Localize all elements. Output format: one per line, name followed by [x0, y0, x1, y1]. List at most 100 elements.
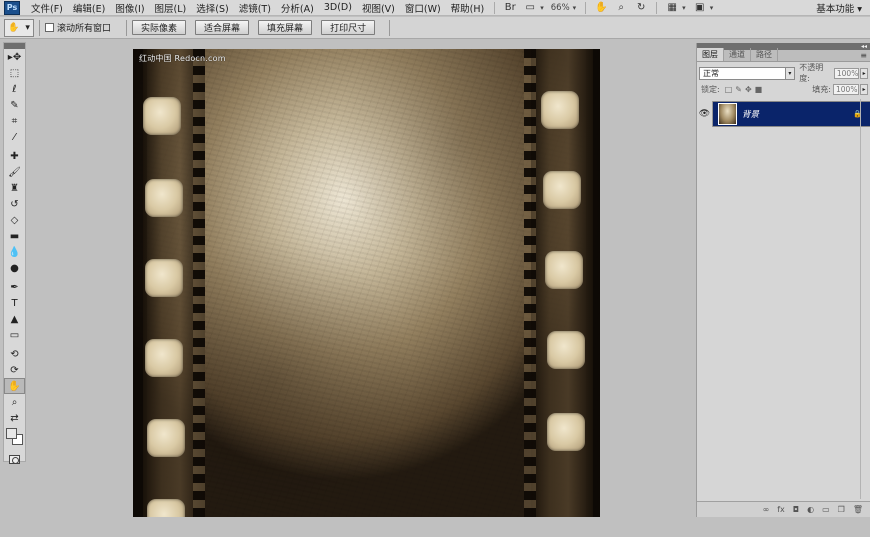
lock-pixels-icon[interactable]: ✎: [735, 85, 742, 94]
film-hole: [541, 91, 579, 129]
film-hole: [547, 413, 585, 451]
fill-slider-arrow-icon[interactable]: ▸: [860, 83, 868, 95]
sprocket-column-left: [193, 49, 205, 517]
healing-brush-tool-icon[interactable]: ✚: [4, 148, 25, 164]
chevron-down-icon[interactable]: ▾: [710, 4, 714, 12]
layer-row[interactable]: 👁 背景 🔒: [697, 101, 870, 127]
film-hole: [143, 97, 181, 135]
lock-position-icon[interactable]: ✥: [745, 85, 752, 94]
lasso-tool-icon[interactable]: ℓ: [4, 81, 25, 97]
menu-help[interactable]: 帮助(H): [446, 1, 490, 15]
blend-mode-select[interactable]: 正常 ▾: [699, 66, 795, 80]
default-colors-icon[interactable]: ⇄: [4, 410, 25, 426]
fill-screen-button[interactable]: 填充屏幕: [258, 20, 313, 35]
path-selection-tool-icon[interactable]: ▲: [4, 311, 25, 327]
layer-name[interactable]: 背景: [742, 108, 853, 120]
layer-style-icon[interactable]: fx: [777, 505, 785, 514]
clone-stamp-tool-icon[interactable]: ♜: [4, 180, 25, 196]
foreground-color-swatch[interactable]: [6, 428, 17, 439]
menu-analysis[interactable]: 分析(A): [276, 1, 319, 15]
3d-rotate-tool-icon[interactable]: ⟲: [4, 346, 25, 362]
bridge-icon[interactable]: Br: [502, 2, 518, 14]
opacity-input[interactable]: 100%: [833, 67, 860, 79]
menu-view[interactable]: 视图(V): [357, 1, 400, 15]
document-canvas[interactable]: 红动中国 Redocn.com: [133, 49, 600, 517]
chevron-down-icon[interactable]: ▾: [540, 4, 544, 12]
menu-edit[interactable]: 编辑(E): [68, 1, 110, 15]
extras-icon[interactable]: ▭: [522, 2, 538, 14]
crop-tool-icon[interactable]: ⌗: [4, 113, 25, 129]
shape-tool-icon[interactable]: ▭: [4, 327, 25, 343]
hand-icon[interactable]: ✋: [593, 2, 609, 14]
lock-all-icon[interactable]: ■: [755, 85, 763, 94]
3d-orbit-tool-icon[interactable]: ⟳: [4, 362, 25, 378]
move-tool-icon[interactable]: ▸✥: [4, 49, 25, 65]
film-hole: [543, 171, 581, 209]
menu-3d[interactable]: 3D(D): [319, 2, 357, 13]
blend-mode-value: 正常: [703, 68, 719, 78]
scroll-all-windows-checkbox[interactable]: [45, 23, 54, 32]
menu-file[interactable]: 文件(F): [26, 1, 68, 15]
marquee-tool-icon[interactable]: ⬚: [4, 65, 25, 81]
chevron-down-icon: ▾: [25, 22, 30, 33]
lock-label: 锁定:: [701, 84, 720, 94]
fill-input[interactable]: 100%: [833, 83, 859, 95]
new-layer-icon[interactable]: ❐: [838, 505, 845, 514]
eraser-tool-icon[interactable]: ◇: [4, 212, 25, 228]
opacity-label: 不透明度:: [799, 63, 824, 83]
menu-filter[interactable]: 滤镜(T): [234, 1, 276, 15]
menu-select[interactable]: 选择(S): [191, 1, 233, 15]
quick-mask-button[interactable]: [4, 452, 25, 466]
pen-tool-icon[interactable]: ✒: [4, 279, 25, 295]
print-size-button[interactable]: 打印尺寸: [321, 20, 376, 35]
dodge-tool-icon[interactable]: ●: [4, 260, 25, 276]
chevron-down-icon[interactable]: ▾: [784, 66, 795, 80]
panel-menu-icon[interactable]: ≡: [860, 51, 867, 60]
menu-layer[interactable]: 图层(L): [150, 1, 192, 15]
menu-image[interactable]: 图像(I): [110, 1, 149, 15]
eyedropper-tool-icon[interactable]: ⁄: [4, 129, 25, 145]
workspace-switcher[interactable]: 基本功能 ▾: [816, 1, 862, 15]
layers-scrollbar[interactable]: [860, 99, 869, 499]
rotate-view-icon[interactable]: ↻: [633, 2, 649, 14]
tool-preset-picker[interactable]: ✋ ▾: [4, 18, 34, 37]
options-bar: ✋ ▾ 滚动所有窗口 实际像素 适合屏幕 填充屏幕 打印尺寸: [0, 17, 870, 39]
collapse-icon[interactable]: ◂◂: [861, 43, 867, 50]
actual-pixels-button[interactable]: 实际像素: [132, 20, 187, 35]
menu-separator: [656, 1, 658, 14]
chevron-down-icon[interactable]: ▾: [682, 4, 686, 12]
quick-mask-icon: [9, 454, 20, 464]
brush-tool-icon[interactable]: 🖌: [4, 164, 25, 180]
new-group-icon[interactable]: ▭: [822, 505, 830, 514]
delete-layer-icon[interactable]: 🗑: [853, 505, 863, 514]
tab-channels[interactable]: 通道: [724, 48, 751, 61]
panel-tabs: 图层 通道 路径 ≡: [697, 48, 870, 62]
menu-bar: Ps 文件(F) 编辑(E) 图像(I) 图层(L) 选择(S) 滤镜(T) 分…: [0, 0, 870, 16]
scroll-all-windows-label: 滚动所有窗口: [57, 24, 112, 34]
adjustment-layer-icon[interactable]: ◐: [807, 505, 814, 514]
add-mask-icon[interactable]: ◘: [793, 505, 799, 514]
history-brush-tool-icon[interactable]: ↺: [4, 196, 25, 212]
blend-row: 正常 ▾ 不透明度: 100% ▸: [697, 63, 870, 83]
opacity-slider-arrow-icon[interactable]: ▸: [860, 67, 868, 79]
screen-mode-icon[interactable]: ▣: [692, 2, 708, 14]
lock-transparency-icon[interactable]: □: [725, 85, 733, 94]
zoom-level[interactable]: 66%: [551, 3, 570, 13]
type-tool-icon[interactable]: T: [4, 295, 25, 311]
tab-paths[interactable]: 路径: [751, 48, 778, 61]
zoom-icon[interactable]: ⌕: [613, 2, 629, 14]
quick-selection-tool-icon[interactable]: ✎: [4, 97, 25, 113]
tab-layers[interactable]: 图层: [697, 48, 724, 61]
link-layers-icon[interactable]: ∞: [763, 505, 770, 514]
chevron-down-icon[interactable]: ▾: [573, 4, 577, 12]
hand-tool-icon[interactable]: ✋: [4, 378, 25, 394]
fit-screen-button[interactable]: 适合屏幕: [195, 20, 250, 35]
arrange-documents-icon[interactable]: ▦: [664, 2, 680, 14]
gradient-tool-icon[interactable]: ▬: [4, 228, 25, 244]
color-swatches: [4, 426, 25, 452]
visibility-eye-icon[interactable]: 👁: [697, 101, 713, 127]
layer-thumbnail: [718, 103, 737, 125]
menu-window[interactable]: 窗口(W): [400, 1, 446, 15]
zoom-tool-icon[interactable]: ⌕: [4, 394, 25, 410]
blur-tool-icon[interactable]: 💧: [4, 244, 25, 260]
